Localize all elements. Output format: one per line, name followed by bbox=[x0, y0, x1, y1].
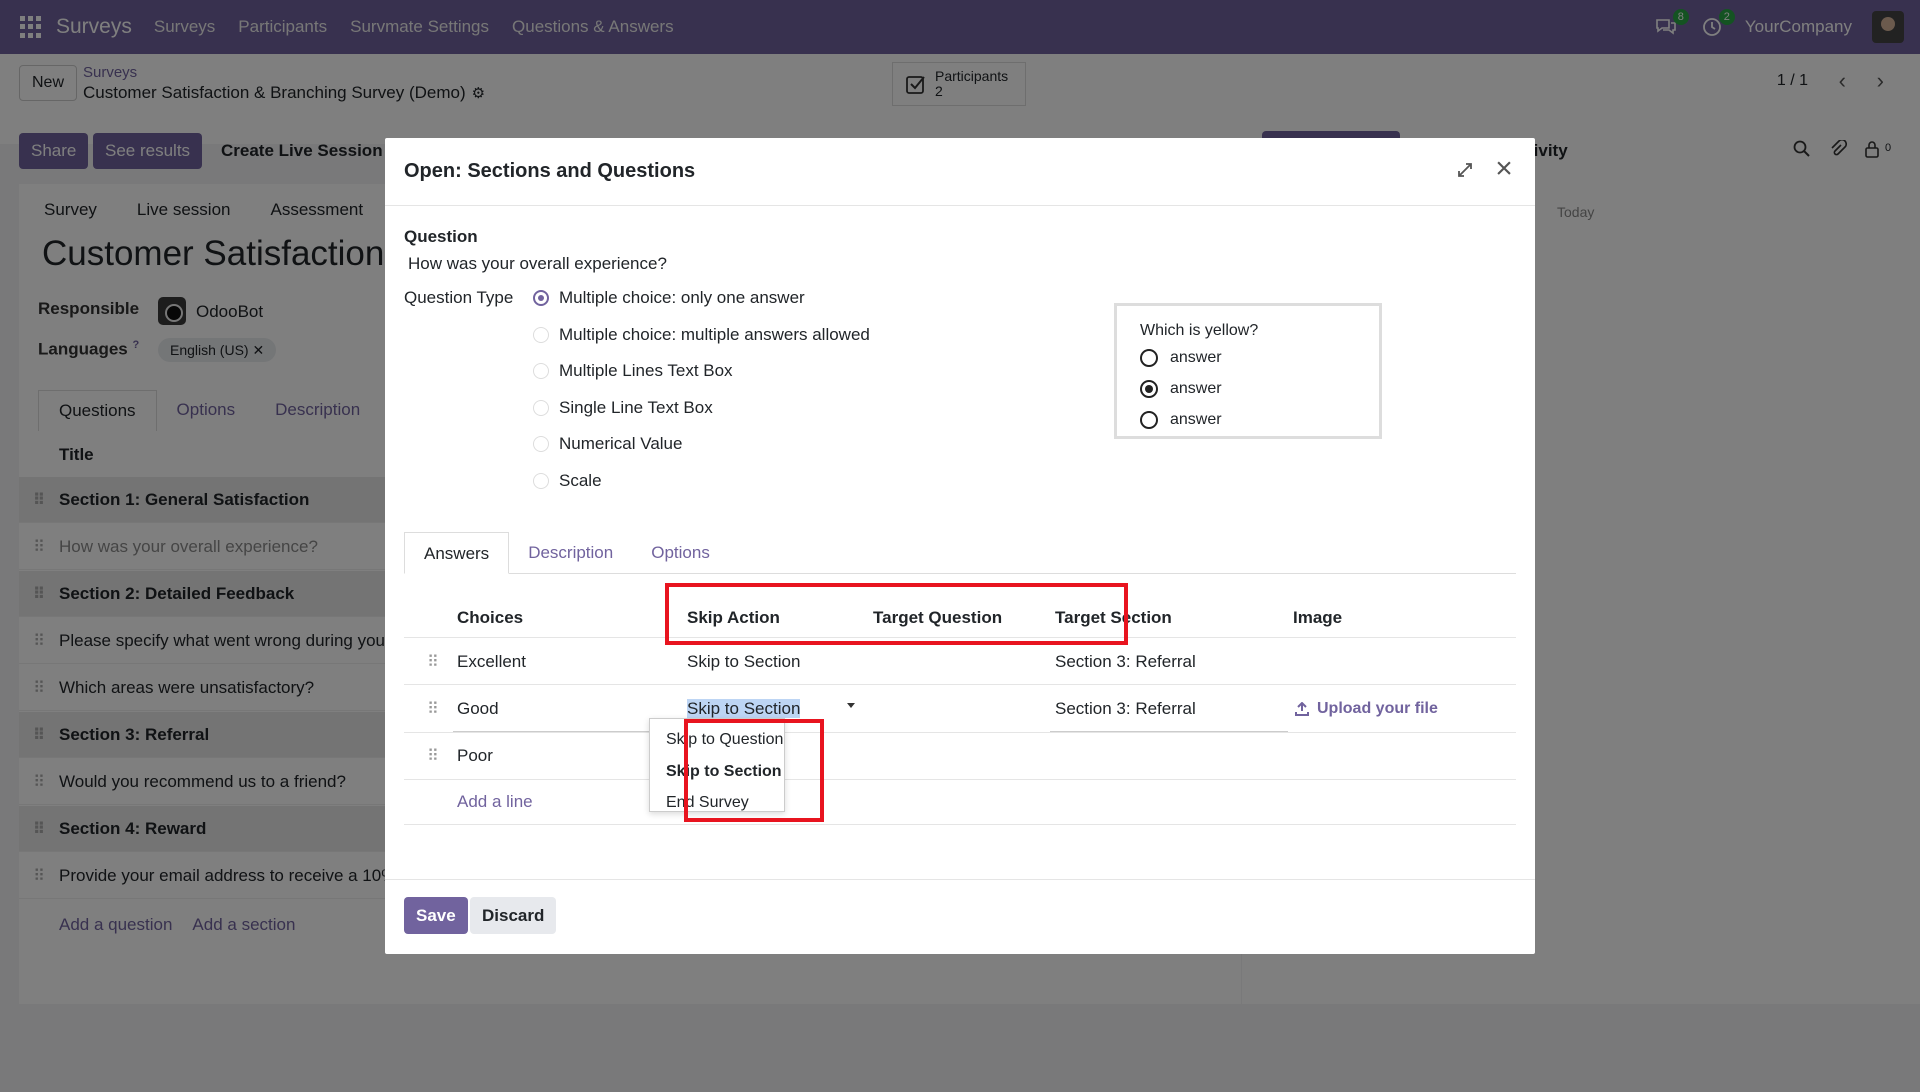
highlight-box-dropdown bbox=[684, 719, 824, 822]
skip-action-select[interactable]: Skip to Section bbox=[687, 699, 801, 719]
preview-radio-checked-icon bbox=[1140, 379, 1158, 398]
radio-icon[interactable] bbox=[533, 400, 549, 416]
tab-description[interactable]: Description bbox=[509, 532, 632, 574]
discard-button[interactable]: Discard bbox=[470, 897, 557, 934]
question-type-label-text: Multiple choice: only one answer bbox=[559, 288, 805, 307]
preview-radio-icon bbox=[1140, 348, 1158, 367]
question-type-label-text: Multiple Lines Text Box bbox=[559, 361, 733, 380]
question-type-option[interactable]: Numerical Value bbox=[533, 434, 682, 454]
dialog-footer bbox=[385, 879, 1535, 954]
dialog-header: Open: Sections and Questions × bbox=[385, 138, 1535, 206]
question-type-preview: Which is yellow? answer answer answer bbox=[1114, 303, 1382, 439]
tab-options[interactable]: Options bbox=[632, 532, 729, 574]
radio-checked-icon[interactable] bbox=[533, 290, 549, 306]
question-type-option[interactable]: Multiple Lines Text Box bbox=[533, 361, 733, 381]
question-type-label-text: Numerical Value bbox=[559, 434, 683, 453]
question-type-label-text: Multiple choice: multiple answers allowe… bbox=[559, 325, 870, 344]
upload-file-label: Upload your file bbox=[1317, 700, 1438, 717]
target-section-input[interactable]: Section 3: Referral bbox=[1055, 699, 1196, 719]
question-dialog: Open: Sections and Questions × Question … bbox=[385, 138, 1535, 954]
upload-icon bbox=[1295, 702, 1309, 716]
column-image[interactable]: Image bbox=[1293, 608, 1342, 628]
table-divider bbox=[404, 732, 1516, 733]
table-divider bbox=[404, 824, 1516, 825]
drag-handle-icon[interactable]: ⠿ bbox=[427, 652, 439, 672]
upload-file-button[interactable]: Upload your file bbox=[1295, 700, 1438, 718]
preview-option: answer bbox=[1140, 373, 1379, 404]
preview-question: Which is yellow? bbox=[1140, 322, 1259, 339]
skip-action-select-value: Skip to Section bbox=[687, 699, 801, 718]
preview-option: answer bbox=[1140, 342, 1379, 373]
tab-answers[interactable]: Answers bbox=[404, 532, 510, 574]
preview-option-label: answer bbox=[1170, 379, 1222, 397]
highlight-box-headers bbox=[665, 583, 1128, 645]
question-label: Question bbox=[404, 227, 478, 246]
radio-icon[interactable] bbox=[533, 473, 549, 489]
preview-radio-icon bbox=[1140, 410, 1158, 429]
choice-input[interactable]: Good bbox=[457, 699, 499, 719]
radio-icon[interactable] bbox=[533, 363, 549, 379]
expand-icon[interactable] bbox=[1455, 160, 1475, 180]
preview-option: answer bbox=[1140, 404, 1379, 435]
column-choices[interactable]: Choices bbox=[457, 608, 523, 628]
dialog-tabs: Answers Description Options bbox=[404, 532, 1516, 574]
question-type-option[interactable]: Single Line Text Box bbox=[533, 398, 713, 418]
question-type-option[interactable]: Multiple choice: only one answer bbox=[533, 288, 805, 308]
choice-cell[interactable]: Poor bbox=[457, 746, 493, 766]
caret-down-icon[interactable] bbox=[847, 703, 855, 708]
drag-handle-icon[interactable]: ⠿ bbox=[427, 699, 439, 719]
choice-cell[interactable]: Excellent bbox=[457, 652, 526, 672]
add-line-link[interactable]: Add a line bbox=[457, 792, 533, 812]
target-section-cell[interactable]: Section 3: Referral bbox=[1055, 652, 1196, 672]
close-icon[interactable]: × bbox=[1491, 154, 1517, 184]
question-type-label: Question Type bbox=[404, 288, 514, 307]
drag-handle-icon[interactable]: ⠿ bbox=[427, 746, 439, 766]
question-type-label-text: Single Line Text Box bbox=[559, 398, 713, 417]
question-type-label-text: Scale bbox=[559, 471, 602, 490]
question-type-option[interactable]: Multiple choice: multiple answers allowe… bbox=[533, 325, 870, 345]
question-type-option[interactable]: Scale bbox=[533, 471, 602, 491]
preview-option-label: answer bbox=[1170, 410, 1222, 428]
table-divider bbox=[404, 684, 1516, 685]
table-divider bbox=[404, 779, 1516, 780]
preview-option-label: answer bbox=[1170, 348, 1222, 366]
skip-action-cell[interactable]: Skip to Section bbox=[687, 652, 800, 672]
radio-icon[interactable] bbox=[533, 327, 549, 343]
save-button[interactable]: Save bbox=[404, 897, 468, 934]
dialog-title: Open: Sections and Questions bbox=[404, 160, 696, 182]
radio-icon[interactable] bbox=[533, 436, 549, 452]
question-input[interactable]: How was your overall experience? bbox=[408, 254, 667, 274]
